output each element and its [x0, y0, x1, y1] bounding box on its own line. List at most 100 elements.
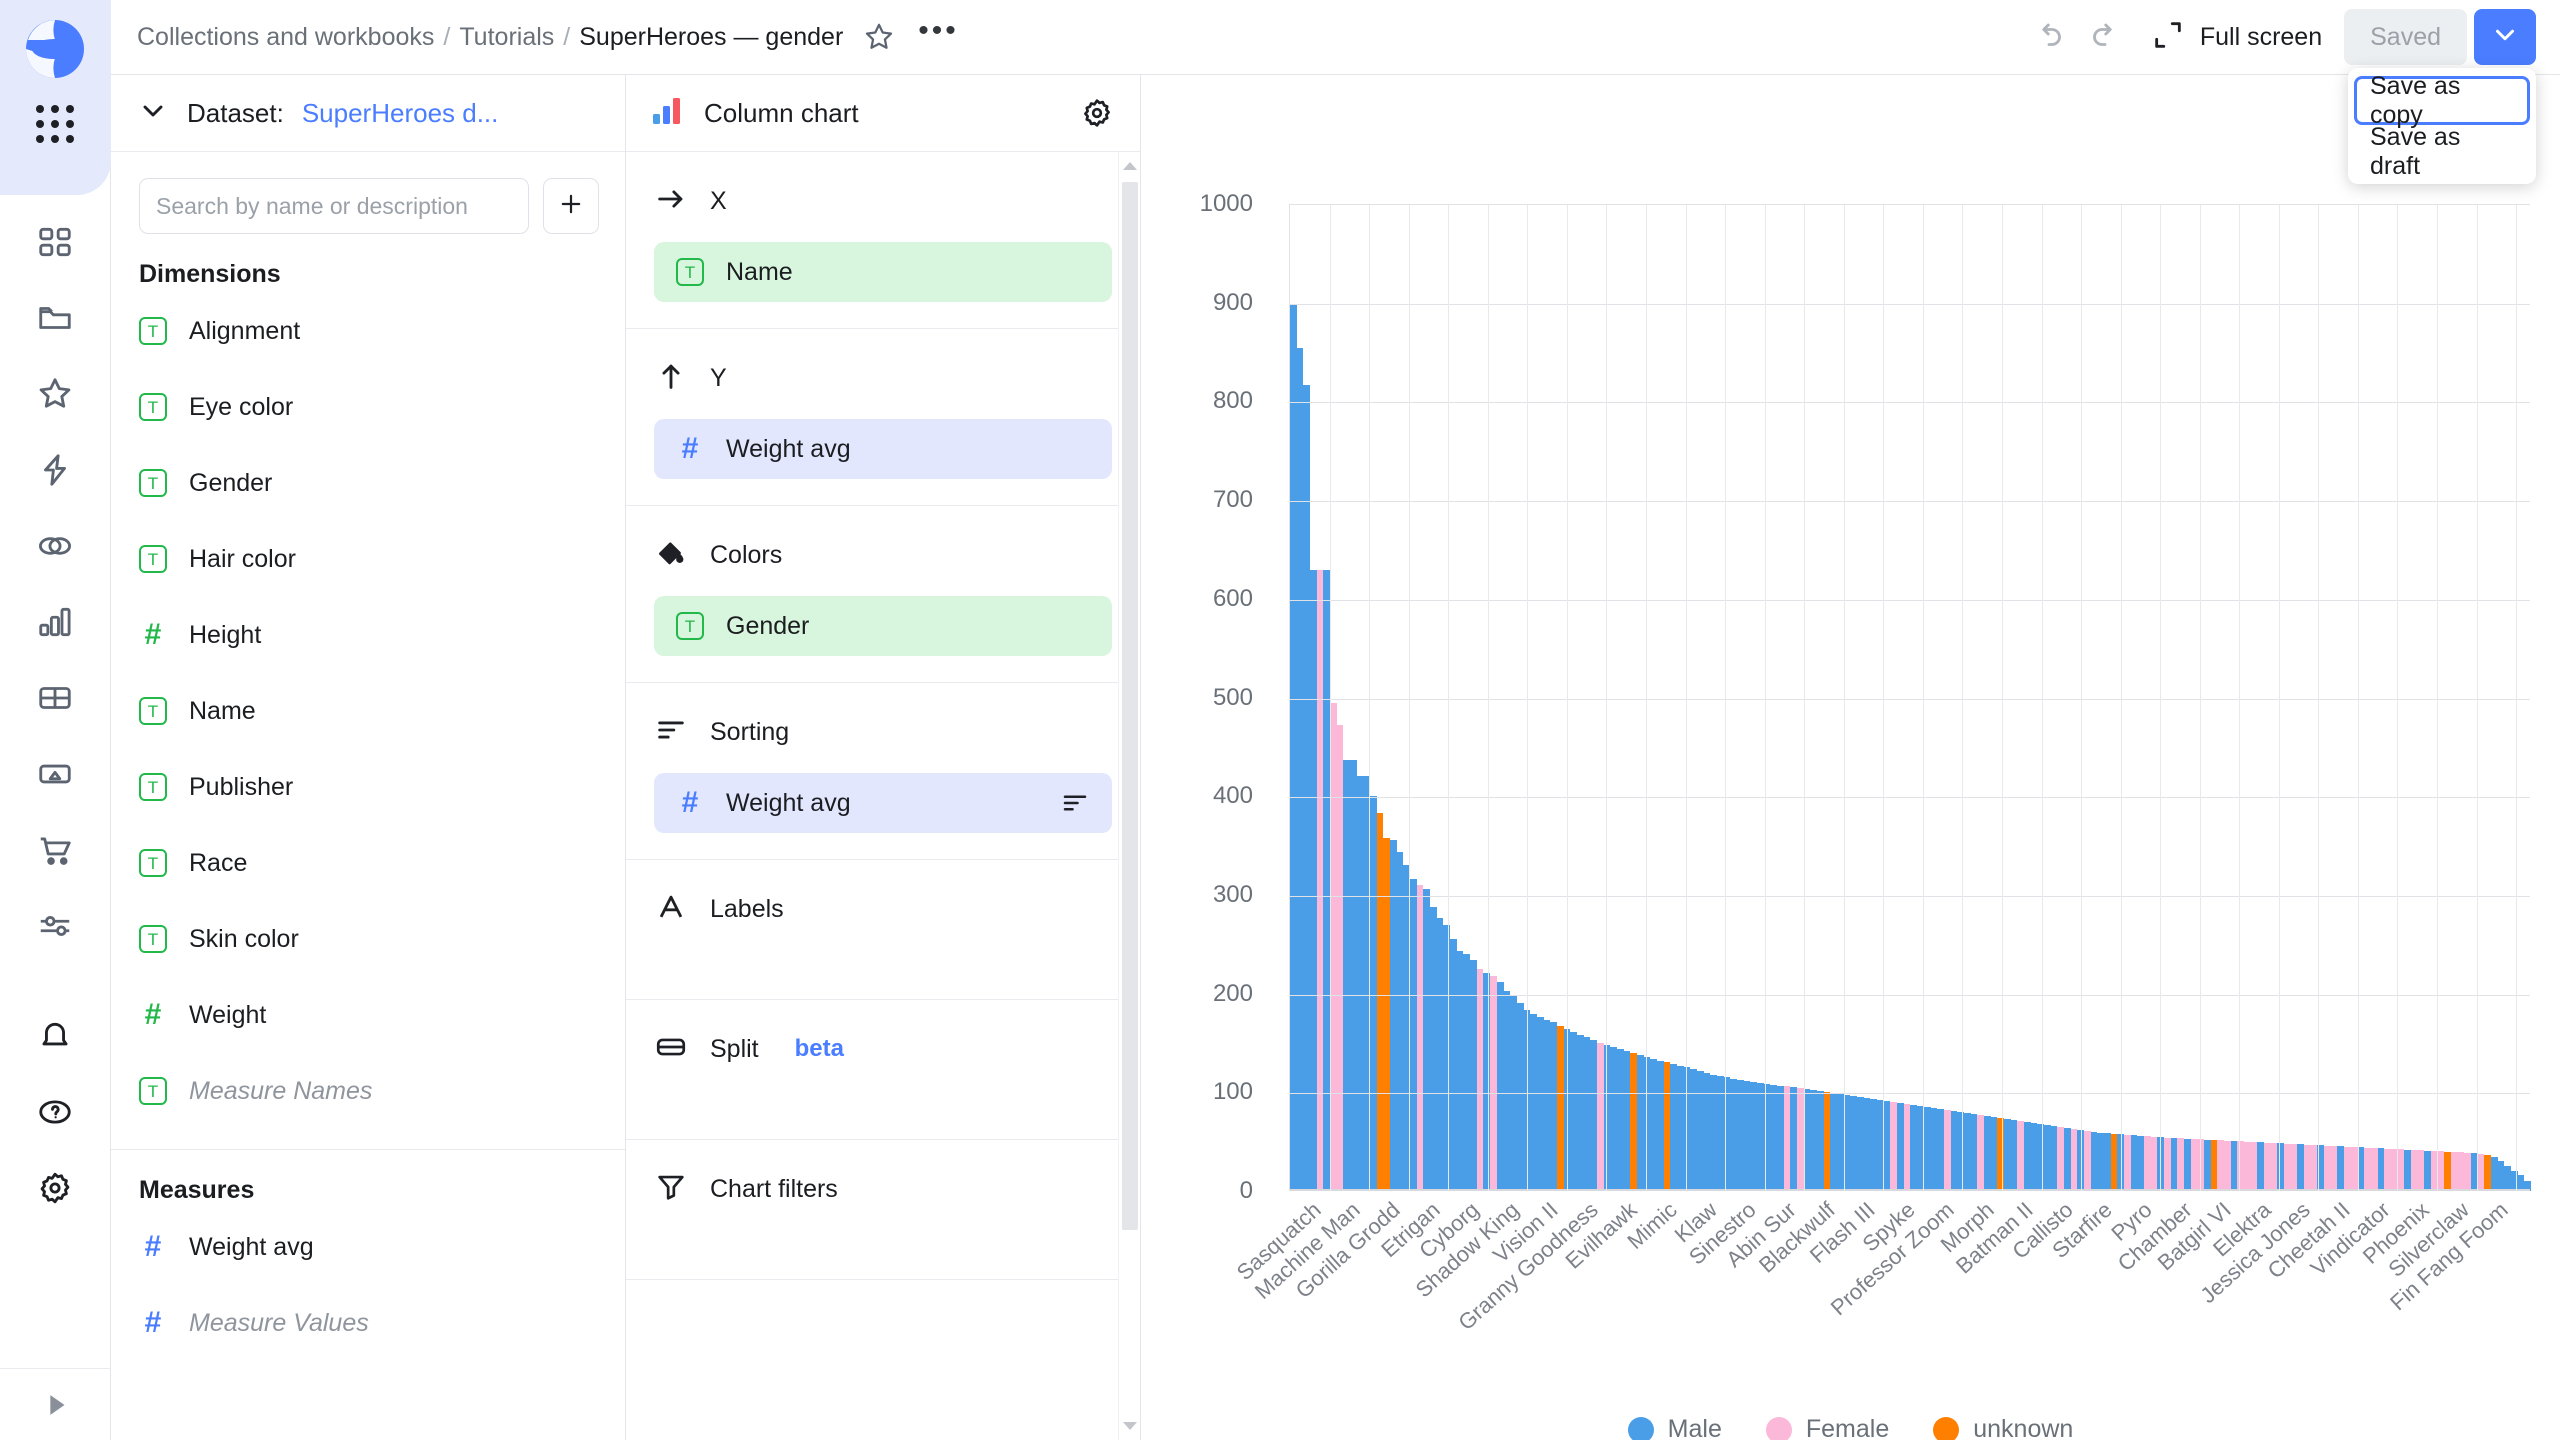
- menu-item-save-as-draft[interactable]: Save as draft: [2354, 123, 2530, 180]
- dimension-race[interactable]: T Race: [111, 825, 625, 901]
- bar[interactable]: [2344, 1146, 2351, 1191]
- bar[interactable]: [2444, 1151, 2451, 1191]
- bar[interactable]: [2010, 1120, 2018, 1191]
- bar[interactable]: [2103, 1132, 2111, 1191]
- bar[interactable]: [1616, 1049, 1624, 1191]
- bar[interactable]: [1963, 1113, 1971, 1191]
- scroll-up-arrow-icon[interactable]: [1119, 154, 1140, 178]
- bar[interactable]: [1656, 1060, 1664, 1191]
- bar[interactable]: [1416, 885, 1424, 1191]
- bar[interactable]: [1830, 1093, 1838, 1191]
- bar[interactable]: [2504, 1166, 2511, 1191]
- bar[interactable]: [2350, 1146, 2358, 1191]
- bar[interactable]: [2450, 1151, 2458, 1191]
- bar[interactable]: [1937, 1109, 1944, 1191]
- bar[interactable]: [1823, 1092, 1831, 1191]
- bar[interactable]: [1983, 1116, 1991, 1191]
- bar[interactable]: [2364, 1147, 2371, 1191]
- bar[interactable]: [2090, 1131, 2098, 1191]
- sidebar-item-favorites[interactable]: [24, 356, 86, 432]
- bar[interactable]: [2230, 1140, 2238, 1191]
- bar[interactable]: [1490, 976, 1497, 1191]
- breadcrumb-root[interactable]: Collections and workbooks: [137, 23, 434, 52]
- legend-item-female[interactable]: Female: [1765, 1415, 1889, 1440]
- bar[interactable]: [2370, 1147, 2378, 1191]
- bar[interactable]: [1757, 1082, 1764, 1191]
- scroll-down-arrow-icon[interactable]: [1119, 1414, 1140, 1438]
- bar[interactable]: [1977, 1115, 1984, 1191]
- sidebar-item-quick-actions[interactable]: [24, 432, 86, 508]
- bar[interactable]: [2217, 1139, 2225, 1191]
- dimension-gender[interactable]: T Gender: [111, 445, 625, 521]
- bar[interactable]: [2204, 1139, 2211, 1191]
- bar[interactable]: [2257, 1141, 2265, 1191]
- bar[interactable]: [1536, 1017, 1544, 1191]
- config-section-header[interactable]: Split beta: [626, 1026, 1140, 1072]
- chip-weight-avg[interactable]: # Weight avg: [654, 419, 1112, 479]
- bar[interactable]: [1670, 1063, 1677, 1191]
- bar[interactable]: [2130, 1134, 2138, 1191]
- bar[interactable]: [2137, 1135, 2144, 1191]
- bar[interactable]: [1450, 938, 1457, 1191]
- legend-item-male[interactable]: Male: [1627, 1415, 1722, 1440]
- bar[interactable]: [1310, 569, 1317, 1191]
- bar[interactable]: [2224, 1140, 2231, 1191]
- bar[interactable]: [2150, 1136, 2158, 1191]
- more-horizontal-icon[interactable]: •••: [918, 16, 959, 50]
- bar[interactable]: [1696, 1070, 1704, 1191]
- bar[interactable]: [1903, 1104, 1911, 1191]
- bar[interactable]: [2284, 1143, 2291, 1191]
- bar[interactable]: [1463, 954, 1471, 1191]
- bar[interactable]: [2377, 1147, 2385, 1191]
- bar[interactable]: [2457, 1151, 2465, 1191]
- bar[interactable]: [1356, 775, 1364, 1191]
- sidebar-item-charts[interactable]: [24, 584, 86, 660]
- bar[interactable]: [1943, 1110, 1951, 1191]
- bar[interactable]: [1636, 1054, 1644, 1191]
- bar[interactable]: [2017, 1121, 2024, 1191]
- bar[interactable]: [1923, 1107, 1931, 1191]
- bar[interactable]: [2417, 1149, 2425, 1191]
- chip-gender[interactable]: T Gender: [654, 596, 1112, 656]
- bar[interactable]: [2164, 1137, 2171, 1191]
- bar[interactable]: [1290, 303, 1297, 1191]
- bar[interactable]: [1690, 1068, 1697, 1191]
- bar[interactable]: [1390, 839, 1397, 1191]
- dimension-publisher[interactable]: T Publisher: [111, 749, 625, 825]
- bar[interactable]: [2144, 1135, 2151, 1191]
- bar[interactable]: [1897, 1103, 1904, 1191]
- dimension-alignment[interactable]: T Alignment: [111, 293, 625, 369]
- bar[interactable]: [1410, 879, 1417, 1191]
- config-section-header[interactable]: X: [626, 178, 1140, 224]
- bar[interactable]: [2310, 1144, 2318, 1191]
- sidebar-item-tables[interactable]: [24, 660, 86, 736]
- save-button[interactable]: Saved: [2344, 9, 2467, 65]
- sidebar-item-collections[interactable]: [24, 280, 86, 356]
- bar[interactable]: [2043, 1124, 2051, 1191]
- bar[interactable]: [1630, 1052, 1637, 1191]
- bar[interactable]: [1436, 917, 1444, 1191]
- chip-weight-avg[interactable]: # Weight avg: [654, 773, 1112, 833]
- bar[interactable]: [2270, 1142, 2278, 1191]
- bar[interactable]: [1596, 1043, 1604, 1191]
- bar[interactable]: [2484, 1154, 2491, 1191]
- sidebar-item-settings[interactable]: [24, 1150, 86, 1226]
- menu-item-save-as-copy[interactable]: Save as copy: [2354, 72, 2530, 129]
- bar[interactable]: [2404, 1149, 2411, 1191]
- datalens-logo[interactable]: [24, 18, 86, 80]
- bar[interactable]: [1930, 1108, 1938, 1191]
- bar[interactable]: [1883, 1101, 1891, 1191]
- bar[interactable]: [2244, 1141, 2251, 1191]
- bar[interactable]: [1750, 1081, 1758, 1191]
- star-outline-icon[interactable]: [862, 20, 896, 54]
- config-scrollbar[interactable]: [1118, 152, 1140, 1440]
- redo-icon[interactable]: [2077, 9, 2133, 65]
- bar[interactable]: [1556, 1026, 1564, 1191]
- bar[interactable]: [2003, 1119, 2011, 1191]
- bar[interactable]: [2437, 1150, 2445, 1191]
- dimension-skin-color[interactable]: T Skin color: [111, 901, 625, 977]
- bar[interactable]: [1496, 981, 1504, 1191]
- config-section-header[interactable]: Colors: [626, 532, 1140, 578]
- bar[interactable]: [1430, 907, 1437, 1191]
- sidebar-item-help[interactable]: [24, 1074, 86, 1150]
